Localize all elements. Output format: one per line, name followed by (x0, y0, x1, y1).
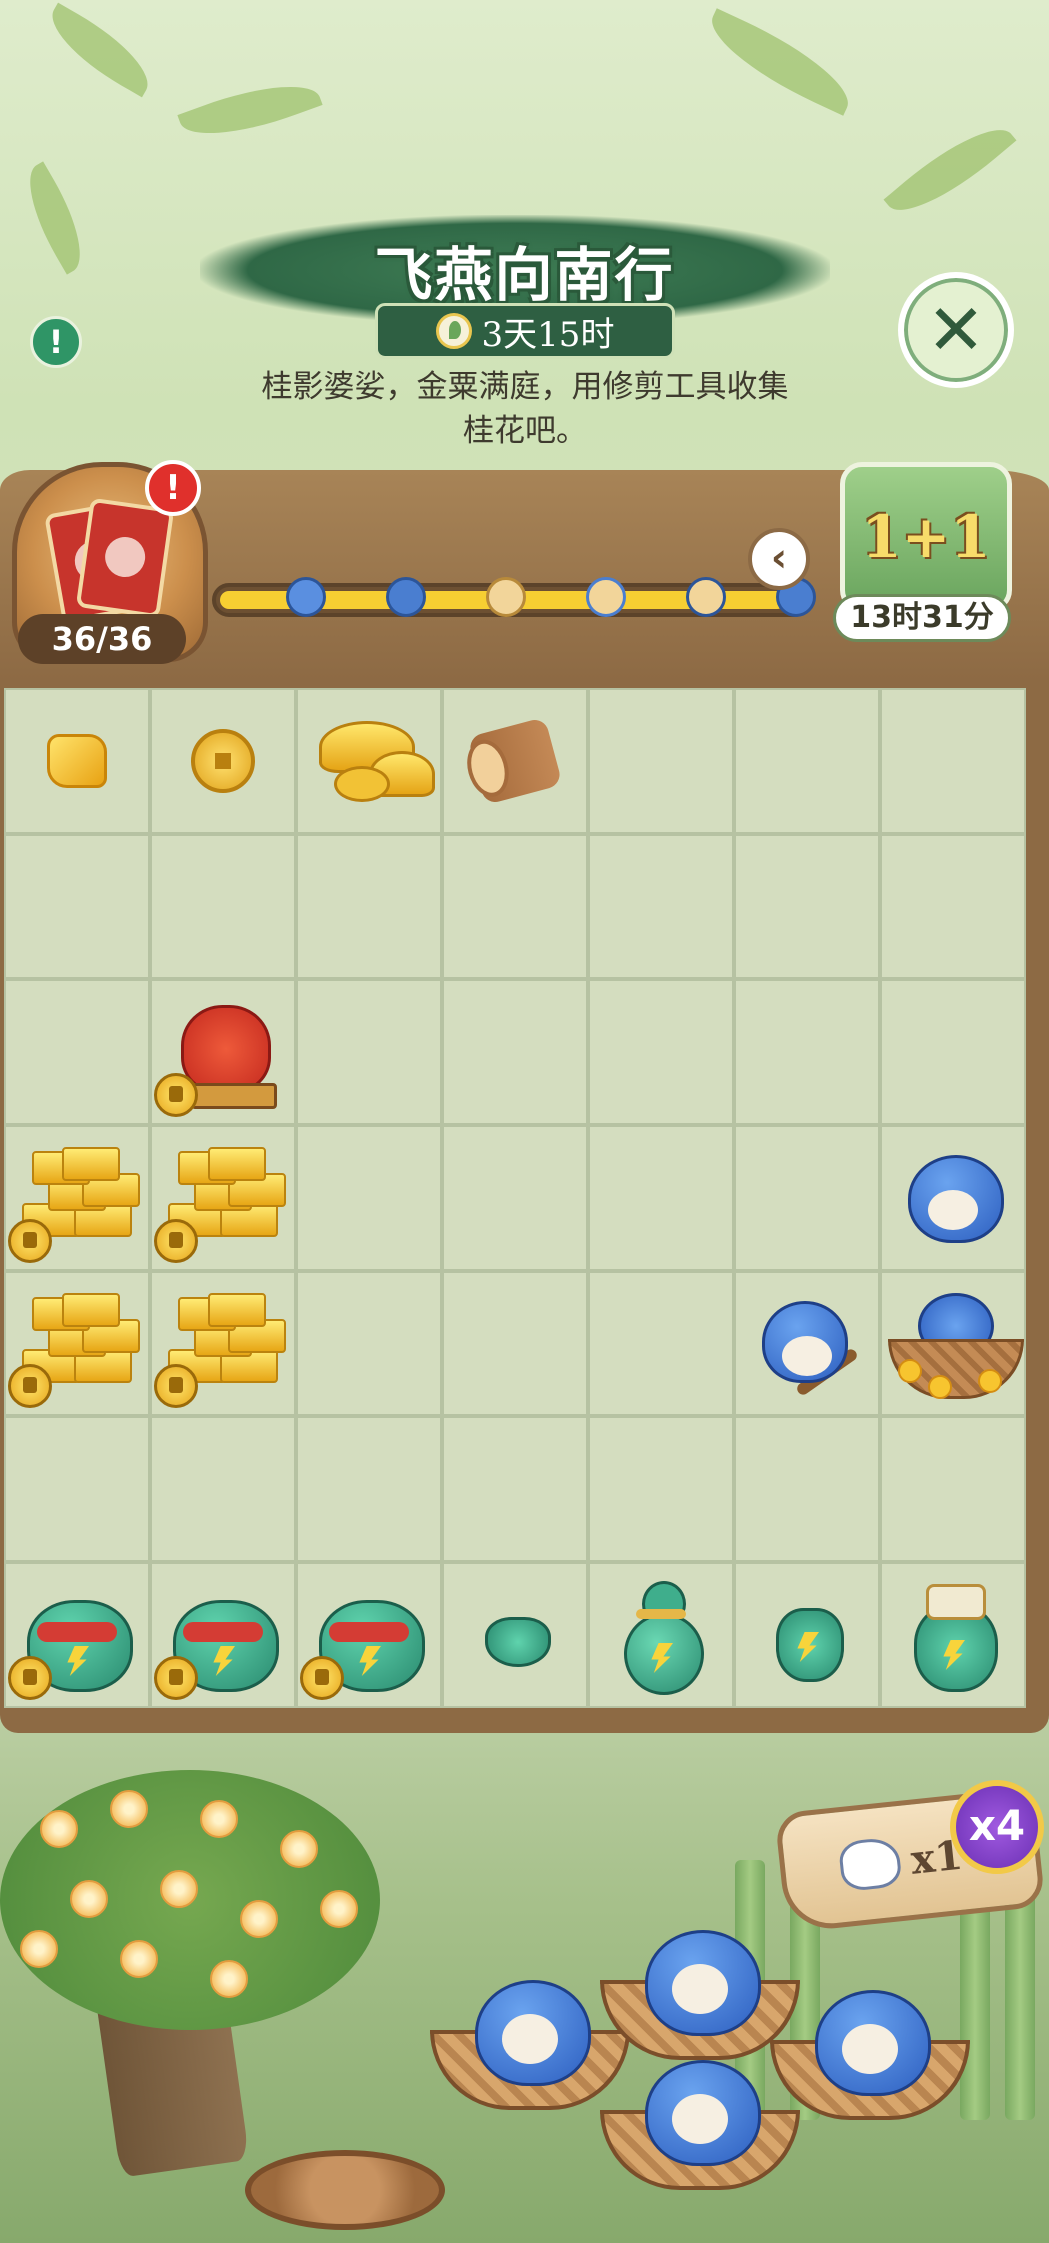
board-cell-2-3[interactable] (442, 979, 588, 1126)
description-line-1: 桂影婆娑，金粟满庭，用修剪工具收集 (261, 369, 789, 405)
collapse-arrow-button[interactable]: ‹ (748, 528, 810, 590)
board-cell-6-5[interactable] (734, 1562, 880, 1708)
board-cell-1-0[interactable] (4, 833, 150, 980)
board-cell-3-2[interactable] (296, 1125, 442, 1271)
event-title: 飞燕向南行 (374, 241, 675, 309)
board-cell-5-4[interactable] (588, 1416, 734, 1563)
board-cell-5-3[interactable] (442, 1416, 588, 1563)
coin-lock-icon (8, 1364, 52, 1409)
blue-feather-icon[interactable] (286, 577, 326, 617)
green-gourd-icon[interactable] (616, 1575, 706, 1695)
board-cell-4-1[interactable] (150, 1270, 296, 1417)
green-urn-icon[interactable] (908, 1580, 998, 1692)
board-cell-1-4[interactable] (588, 833, 734, 980)
gold-ingots-icon[interactable] (309, 720, 435, 802)
coin-lock-icon (154, 1655, 198, 1700)
multiplier-badge[interactable]: x4 (950, 1780, 1044, 1874)
blue-bird-icon[interactable] (903, 1150, 1004, 1246)
board-cell-4-6[interactable] (880, 1270, 1026, 1417)
info-button[interactable]: ! (30, 316, 82, 368)
card-counter: 36/36 (18, 614, 186, 664)
bird-nest-flowers-icon[interactable] (888, 1289, 1024, 1399)
coin-lock-icon (300, 1655, 344, 1700)
board-cell-0-3[interactable] (442, 688, 588, 834)
goggle-egg-icon[interactable] (586, 577, 626, 617)
coin-lock-icon (154, 1218, 198, 1263)
board-cell-4-4[interactable] (588, 1270, 734, 1417)
board-cell-0-4[interactable] (588, 688, 734, 834)
board-cell-5-0[interactable] (4, 1416, 150, 1563)
board-cell-6-0[interactable] (4, 1562, 150, 1708)
board-cell-5-5[interactable] (734, 1416, 880, 1563)
coin-lock-icon (154, 1073, 198, 1118)
board-cell-0-5[interactable] (734, 688, 880, 834)
board-cell-3-3[interactable] (442, 1125, 588, 1271)
green-pouch-icon[interactable] (772, 1590, 844, 1682)
board-cell-1-6[interactable] (880, 833, 1026, 980)
red-envelope-icon (75, 497, 175, 619)
board-cell-6-6[interactable] (880, 1562, 1026, 1708)
bird-egg-icon[interactable] (686, 577, 726, 617)
board-cell-1-1[interactable] (150, 833, 296, 980)
collection-basket[interactable] (245, 2150, 445, 2230)
board-cell-6-3[interactable] (442, 1562, 588, 1708)
green-cup-icon[interactable] (483, 1605, 551, 1667)
board-cell-3-0[interactable] (4, 1125, 150, 1271)
board-cell-0-0[interactable] (4, 688, 150, 834)
board-cell-6-1[interactable] (150, 1562, 296, 1708)
board-cell-2-5[interactable] (734, 979, 880, 1126)
board-cell-5-6[interactable] (880, 1416, 1026, 1563)
description-line-2: 桂花吧。 (463, 413, 587, 449)
board-cell-4-2[interactable] (296, 1270, 442, 1417)
board-cell-1-2[interactable] (296, 833, 442, 980)
board-cell-5-1[interactable] (150, 1416, 296, 1563)
board-cell-3-5[interactable] (734, 1125, 880, 1271)
bird-nest-generator[interactable] (770, 1990, 970, 2120)
board-cell-1-3[interactable] (442, 833, 588, 980)
board-cell-4-3[interactable] (442, 1270, 588, 1417)
board-cell-5-2[interactable] (296, 1416, 442, 1563)
board-cell-0-6[interactable] (880, 688, 1026, 834)
coin-lock-icon (8, 1655, 52, 1700)
bonus-timer: 13时31分 (833, 594, 1011, 642)
egg-icon[interactable] (486, 577, 526, 617)
countdown-text: 3天15时 (481, 314, 615, 355)
close-icon: ✕ (926, 289, 986, 371)
gold-coin-icon[interactable] (191, 728, 255, 793)
board-cell-6-2[interactable] (296, 1562, 442, 1708)
coin-lock-icon (154, 1364, 198, 1409)
osmanthus-tree[interactable] (0, 1770, 380, 2030)
board-cell-2-6[interactable] (880, 979, 1026, 1126)
wood-log-icon[interactable] (467, 716, 563, 806)
gold-nugget-icon[interactable] (47, 733, 107, 788)
merge-board (4, 688, 1026, 1708)
board-cell-6-4[interactable] (588, 1562, 734, 1708)
board-cell-2-4[interactable] (588, 979, 734, 1126)
blue-bird-icon[interactable] (386, 577, 426, 617)
board-cell-0-2[interactable] (296, 688, 442, 834)
board-cell-4-5[interactable] (734, 1270, 880, 1417)
board-cell-2-2[interactable] (296, 979, 442, 1126)
bonus-event-button[interactable]: 1+1 (840, 462, 1012, 612)
bonus-label: 1+1 (861, 503, 991, 571)
board-cell-3-1[interactable] (150, 1125, 296, 1271)
board-cell-3-6[interactable] (880, 1125, 1026, 1271)
reward-progress-bar (212, 577, 816, 617)
board-cell-3-4[interactable] (588, 1125, 734, 1271)
alert-badge: ! (145, 460, 201, 516)
coin-lock-icon (8, 1218, 52, 1263)
glove-tool-icon (837, 1836, 903, 1893)
board-cell-0-1[interactable] (150, 688, 296, 834)
event-description: 桂影婆娑，金粟满庭，用修剪工具收集 桂花吧。 (220, 365, 830, 453)
bird-nest-generator[interactable] (600, 2060, 800, 2190)
board-cell-2-1[interactable] (150, 979, 296, 1126)
board-cell-4-0[interactable] (4, 1270, 150, 1417)
blue-bird-branch-icon[interactable] (757, 1296, 860, 1397)
board-cell-2-0[interactable] (4, 979, 150, 1126)
leaf-clock-icon (435, 313, 472, 349)
board-cell-1-5[interactable] (734, 833, 880, 980)
close-button[interactable]: ✕ (898, 272, 1014, 388)
event-countdown: 3天15时 (375, 303, 675, 359)
